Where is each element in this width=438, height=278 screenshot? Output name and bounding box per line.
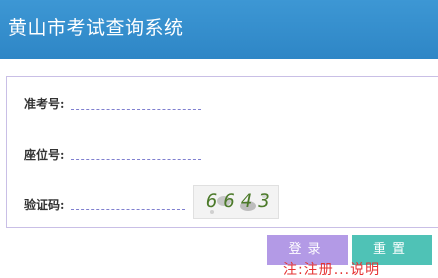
footer-note: 注:注册...说明 xyxy=(283,262,381,278)
exam-number-input[interactable] xyxy=(71,109,201,110)
page-title: 黄山市考试查询系统 xyxy=(8,17,184,39)
captcha-image[interactable]: 6643 xyxy=(193,185,279,219)
page-header: 黄山市考试查询系统 xyxy=(0,0,438,59)
login-button[interactable]: 登录 xyxy=(267,235,348,265)
captcha-input[interactable] xyxy=(71,209,185,210)
captcha-code: 6643 xyxy=(206,190,276,212)
captcha-label: 验证码: xyxy=(24,198,65,212)
seat-number-label: 座位号: xyxy=(24,148,65,162)
reset-button[interactable]: 重置 xyxy=(352,235,432,265)
seat-number-input[interactable] xyxy=(71,159,201,160)
exam-number-label: 准考号: xyxy=(24,97,65,111)
